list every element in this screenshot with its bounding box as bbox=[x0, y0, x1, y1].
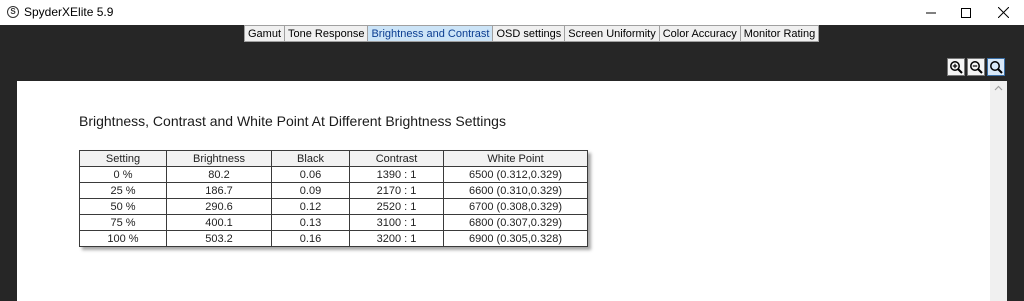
cell-brightness: 186.7 bbox=[166, 182, 272, 199]
scroll-up-button[interactable] bbox=[990, 81, 1007, 95]
column-header-white-point: White Point bbox=[443, 150, 588, 167]
tab-brightness-and-contrast[interactable]: Brightness and Contrast bbox=[368, 25, 494, 42]
tab-color-accuracy[interactable]: Color Accuracy bbox=[659, 25, 741, 42]
vertical-scrollbar[interactable] bbox=[990, 81, 1007, 301]
zoom-fit-button[interactable] bbox=[987, 58, 1005, 76]
cell-brightness: 290.6 bbox=[166, 198, 272, 215]
table-row: 100 % 503.2 0.16 3200 : 1 6900 (0.305,0.… bbox=[79, 230, 588, 247]
cell-contrast: 3200 : 1 bbox=[349, 230, 444, 247]
close-icon bbox=[997, 7, 1009, 18]
cell-black: 0.06 bbox=[271, 166, 350, 183]
cell-setting: 75 % bbox=[79, 214, 167, 231]
tab-tone-response[interactable]: Tone Response bbox=[285, 25, 369, 42]
brightness-contrast-table: Setting Brightness Black Contrast White … bbox=[79, 150, 588, 247]
minimize-icon bbox=[926, 12, 936, 13]
cell-setting: 25 % bbox=[79, 182, 167, 199]
column-header-black: Black bbox=[271, 150, 350, 167]
window-title: SpyderXElite 5.9 bbox=[24, 5, 114, 19]
cell-contrast: 2520 : 1 bbox=[349, 198, 444, 215]
cell-black: 0.12 bbox=[271, 198, 350, 215]
cell-setting: 100 % bbox=[79, 230, 167, 247]
chevron-up-icon bbox=[994, 85, 1003, 91]
tab-monitor-rating[interactable]: Monitor Rating bbox=[740, 25, 820, 42]
cell-black: 0.09 bbox=[271, 182, 350, 199]
table-row: 75 % 400.1 0.13 3100 : 1 6800 (0.307,0.3… bbox=[79, 214, 588, 231]
tab-osd-settings[interactable]: OSD settings bbox=[493, 25, 566, 42]
cell-contrast: 3100 : 1 bbox=[349, 214, 444, 231]
table-row: 0 % 80.2 0.06 1390 : 1 6500 (0.312,0.329… bbox=[79, 166, 588, 183]
report-content: Brightness, Contrast and White Point At … bbox=[17, 81, 990, 301]
cell-contrast: 2170 : 1 bbox=[349, 182, 444, 199]
zoom-fit-icon bbox=[990, 61, 1003, 74]
cell-white-point: 6500 (0.312,0.329) bbox=[443, 166, 588, 183]
maximize-icon bbox=[961, 7, 971, 18]
cell-white-point: 6600 (0.310,0.329) bbox=[443, 182, 588, 199]
title-bar: S SpyderXElite 5.9 bbox=[0, 0, 1024, 25]
zoom-out-icon bbox=[970, 61, 983, 74]
close-button[interactable] bbox=[980, 0, 1024, 25]
column-header-brightness: Brightness bbox=[166, 150, 272, 167]
zoom-out-button[interactable] bbox=[967, 58, 985, 76]
cell-black: 0.16 bbox=[271, 230, 350, 247]
column-header-setting: Setting bbox=[79, 150, 167, 167]
table-row: 50 % 290.6 0.12 2520 : 1 6700 (0.308,0.3… bbox=[79, 198, 588, 215]
cell-black: 0.13 bbox=[271, 214, 350, 231]
cell-contrast: 1390 : 1 bbox=[349, 166, 444, 183]
tab-gamut[interactable]: Gamut bbox=[244, 25, 286, 42]
table-row: 25 % 186.7 0.09 2170 : 1 6600 (0.310,0.3… bbox=[79, 182, 588, 199]
cell-setting: 0 % bbox=[79, 166, 167, 183]
cell-white-point: 6700 (0.308,0.329) bbox=[443, 198, 588, 215]
zoom-in-icon bbox=[950, 61, 963, 74]
cell-white-point: 6900 (0.305,0.328) bbox=[443, 230, 588, 247]
cell-setting: 50 % bbox=[79, 198, 167, 215]
cell-white-point: 6800 (0.307,0.329) bbox=[443, 214, 588, 231]
cell-brightness: 80.2 bbox=[166, 166, 272, 183]
app-logo-icon: S bbox=[7, 6, 19, 18]
zoom-controls bbox=[947, 58, 1005, 76]
report-tabs: Gamut Tone Response Brightness and Contr… bbox=[244, 25, 820, 42]
zoom-in-button[interactable] bbox=[947, 58, 965, 76]
left-margin bbox=[0, 81, 17, 301]
report-title: Brightness, Contrast and White Point At … bbox=[79, 113, 506, 129]
right-margin bbox=[1007, 81, 1024, 301]
tab-screen-uniformity[interactable]: Screen Uniformity bbox=[565, 25, 660, 42]
column-header-contrast: Contrast bbox=[349, 150, 444, 167]
cell-brightness: 503.2 bbox=[166, 230, 272, 247]
cell-brightness: 400.1 bbox=[166, 214, 272, 231]
table-header-row: Setting Brightness Black Contrast White … bbox=[79, 150, 588, 167]
